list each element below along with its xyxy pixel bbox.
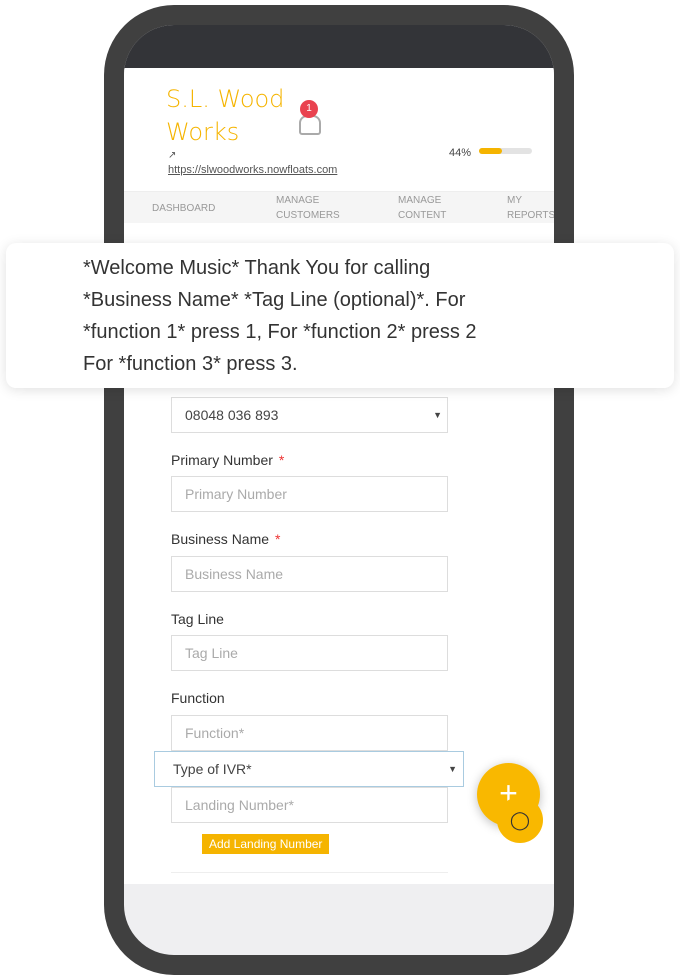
label-text: Primary Number [171, 452, 273, 468]
bell-icon[interactable] [299, 115, 321, 135]
site-url-link[interactable]: https://slwoodworks.nowfloats.com [168, 164, 337, 176]
tab-my-reports[interactable]: MY REPORTS [507, 193, 554, 223]
tab-label: MANAGE [398, 195, 442, 206]
label-text: Business Name [171, 531, 270, 547]
landing-number-input[interactable]: Landing Number* [171, 787, 448, 823]
chat-button[interactable]: ◯ [497, 797, 543, 843]
primary-number-input[interactable]: Primary Number [171, 476, 448, 512]
tab-dashboard[interactable]: DASHBOARD [152, 201, 215, 216]
brand-title[interactable]: S.L. Wood Works [166, 83, 284, 149]
phone-screen: S.L. Wood Works 1 ↗ https://slwoodworks.n… [124, 25, 554, 955]
divider [171, 872, 448, 873]
progress-bar [479, 148, 532, 154]
select-value: 08048 036 893 [185, 407, 279, 423]
tab-label: REPORTS [507, 210, 554, 221]
ivr-message-text: *Welcome Music* Thank You for calling *B… [83, 257, 477, 375]
number-select[interactable]: 08048 036 893 ▼ [171, 397, 448, 433]
select-value: Type of IVR* [173, 761, 252, 777]
function-input[interactable]: Function* [171, 715, 448, 751]
tab-label: MANAGE [276, 195, 320, 206]
required-mark: * [275, 531, 281, 547]
add-landing-number-button[interactable]: Add Landing Number [202, 834, 330, 854]
tab-label: CONTENT [398, 210, 447, 221]
external-link-icon[interactable]: ↗ [168, 150, 176, 161]
brand-line: S.L. Wood [166, 85, 285, 113]
required-mark: * [278, 452, 285, 468]
chevron-down-icon: ▼ [448, 764, 457, 774]
primary-number-label: Primary Number * [171, 452, 284, 468]
status-bar [124, 25, 554, 68]
tab-label: DASHBOARD [152, 203, 216, 214]
chevron-down-icon: ▼ [433, 410, 442, 420]
chat-icon: ◯ [509, 810, 531, 830]
tab-manage-customers[interactable]: MANAGE CUSTOMERS [276, 193, 340, 223]
tab-manage-content[interactable]: MANAGE CONTENT [398, 193, 446, 223]
tab-label: MY [507, 195, 522, 206]
brand-line: Works [166, 118, 240, 146]
function-label: Function [171, 690, 225, 706]
business-name-input[interactable]: Business Name [171, 556, 448, 592]
app-content: S.L. Wood Works 1 ↗ https://slwoodworks.n… [124, 68, 554, 884]
tag-line-input[interactable]: Tag Line [171, 635, 448, 671]
progress-fill [479, 148, 503, 154]
progress-label: 44% [449, 147, 472, 159]
notification-badge: 1 [300, 100, 318, 118]
tag-line-label: Tag Line [171, 611, 224, 627]
nav-tabs: DASHBOARD MANAGE CUSTOMERS MANAGE CONTENT … [124, 191, 554, 223]
ivr-type-select[interactable]: Type of IVR* ▼ [154, 751, 464, 787]
tab-label: CUSTOMERS [276, 210, 340, 221]
ivr-message-preview: *Welcome Music* Thank You for calling *B… [6, 243, 674, 388]
business-name-label: Business Name * [171, 531, 281, 547]
